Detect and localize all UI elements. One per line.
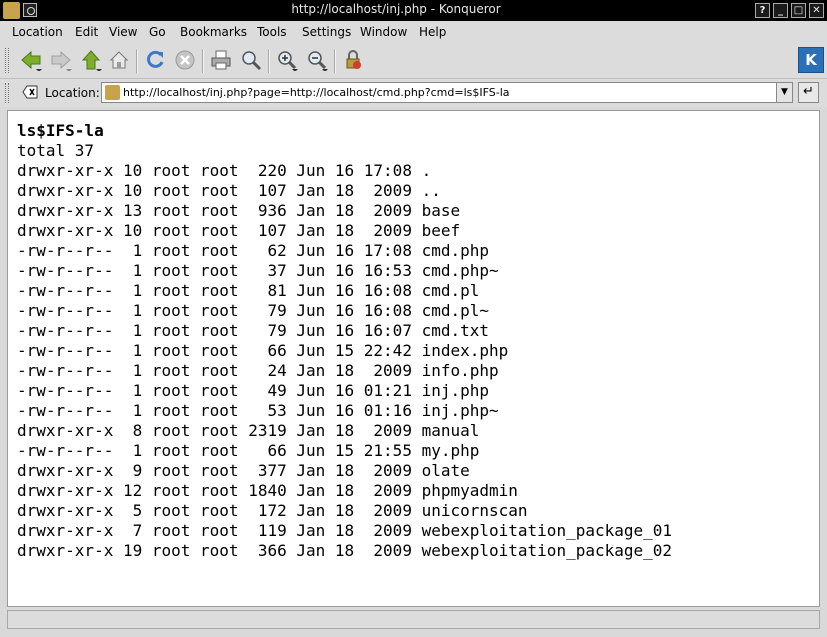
location-field[interactable] [101,82,793,103]
listing-row: drwxr-xr-x 10 root root 220 Jun 16 17:08… [17,161,432,180]
back-icon[interactable] [20,49,42,71]
listing-row: drwxr-xr-x 19 root root 366 Jan 18 2009 … [17,541,673,560]
status-bar [7,610,820,629]
menu-bookmarks[interactable]: Bookmarks [180,25,247,39]
listing-row: -rw-r--r-- 1 root root 37 Jun 16 16:53 c… [17,261,499,280]
menu-location[interactable]: Location [12,25,63,39]
page-view[interactable]: ls$IFS-la total 37 drwxr-xr-x 10 root ro… [7,110,820,607]
menu-window[interactable]: Window [360,25,407,39]
favicon-icon [105,85,120,100]
help-button[interactable]: ? [755,3,770,18]
listing-row: -rw-r--r-- 1 root root 49 Jun 16 01:21 i… [17,381,490,400]
menu-bar: Location Edit View Go Bookmarks Tools Se… [0,21,827,44]
toolbar-separator [334,49,336,73]
listing-row: -rw-r--r-- 1 root root 81 Jun 16 16:08 c… [17,281,480,300]
toolbar-separator [268,49,270,73]
print-icon[interactable] [210,49,232,71]
minimize-button[interactable]: _ [773,3,788,18]
maximize-button[interactable]: □ [791,3,806,18]
command-line: ls$IFS-la [17,121,104,140]
listing-row: -rw-r--r-- 1 root root 66 Jun 15 21:55 m… [17,441,480,460]
menu-edit[interactable]: Edit [75,25,98,39]
toolbar-separator [136,49,138,73]
listing-row: drwxr-xr-x 12 root root 1840 Jan 18 2009… [17,481,518,500]
listing-row: drwxr-xr-x 10 root root 107 Jan 18 2009 … [17,181,441,200]
zoom-in-icon[interactable] [276,49,298,71]
location-bar: Location: ▼ ↵ [0,79,827,107]
listing-row: drwxr-xr-x 13 root root 936 Jan 18 2009 … [17,201,461,220]
zoom-out-icon[interactable] [306,49,328,71]
location-dropdown-button[interactable]: ▼ [776,82,793,103]
stop-icon[interactable] [174,49,196,71]
listing-row: -rw-r--r-- 1 root root 53 Jun 16 01:16 i… [17,401,499,420]
toolbar-separator [202,49,204,73]
menu-settings[interactable]: Settings [302,25,351,39]
forward-icon[interactable] [50,49,72,71]
kde-logo[interactable]: K [798,47,824,73]
location-bar-handle[interactable] [5,83,9,103]
listing-row: -rw-r--r-- 1 root root 62 Jun 16 17:08 c… [17,241,490,260]
listing-row: drwxr-xr-x 10 root root 107 Jan 18 2009 … [17,221,461,240]
total-line: total 37 [17,141,95,160]
reload-icon[interactable] [144,49,166,71]
menu-help[interactable]: Help [419,25,446,39]
home-icon[interactable] [108,49,130,71]
window-title: http://localhost/inj.php - Konqueror [291,2,501,16]
find-icon[interactable] [240,49,262,71]
go-button[interactable]: ↵ [798,82,819,103]
security-icon[interactable] [342,49,364,71]
url-input[interactable] [123,84,773,101]
location-label: Location: [45,86,100,100]
listing-row: -rw-r--r-- 1 root root 24 Jan 18 2009 in… [17,361,499,380]
directory-listing: ls$IFS-la total 37 drwxr-xr-x 10 root ro… [17,121,672,561]
close-button[interactable]: ✕ [809,3,824,18]
clear-location-icon[interactable] [22,85,38,99]
menu-go[interactable]: Go [149,25,166,39]
listing-row: drwxr-xr-x 8 root root 2319 Jan 18 2009 … [17,421,480,440]
toolbar-handle[interactable] [5,48,9,73]
up-icon[interactable] [80,49,102,71]
main-toolbar: K [0,43,827,79]
menu-tools[interactable]: Tools [257,25,287,39]
title-bar: http://localhost/inj.php - Konqueror ? _… [0,0,827,21]
listing-row: -rw-r--r-- 1 root root 79 Jun 16 16:07 c… [17,321,490,340]
listing-row: drwxr-xr-x 7 root root 119 Jan 18 2009 w… [17,521,673,540]
listing-row: -rw-r--r-- 1 root root 79 Jun 16 16:08 c… [17,301,490,320]
listing-row: drwxr-xr-x 9 root root 377 Jan 18 2009 o… [17,461,470,480]
menu-view[interactable]: View [109,25,137,39]
listing-row: -rw-r--r-- 1 root root 66 Jun 15 22:42 i… [17,341,509,360]
listing-row: drwxr-xr-x 5 root root 172 Jan 18 2009 u… [17,501,528,520]
